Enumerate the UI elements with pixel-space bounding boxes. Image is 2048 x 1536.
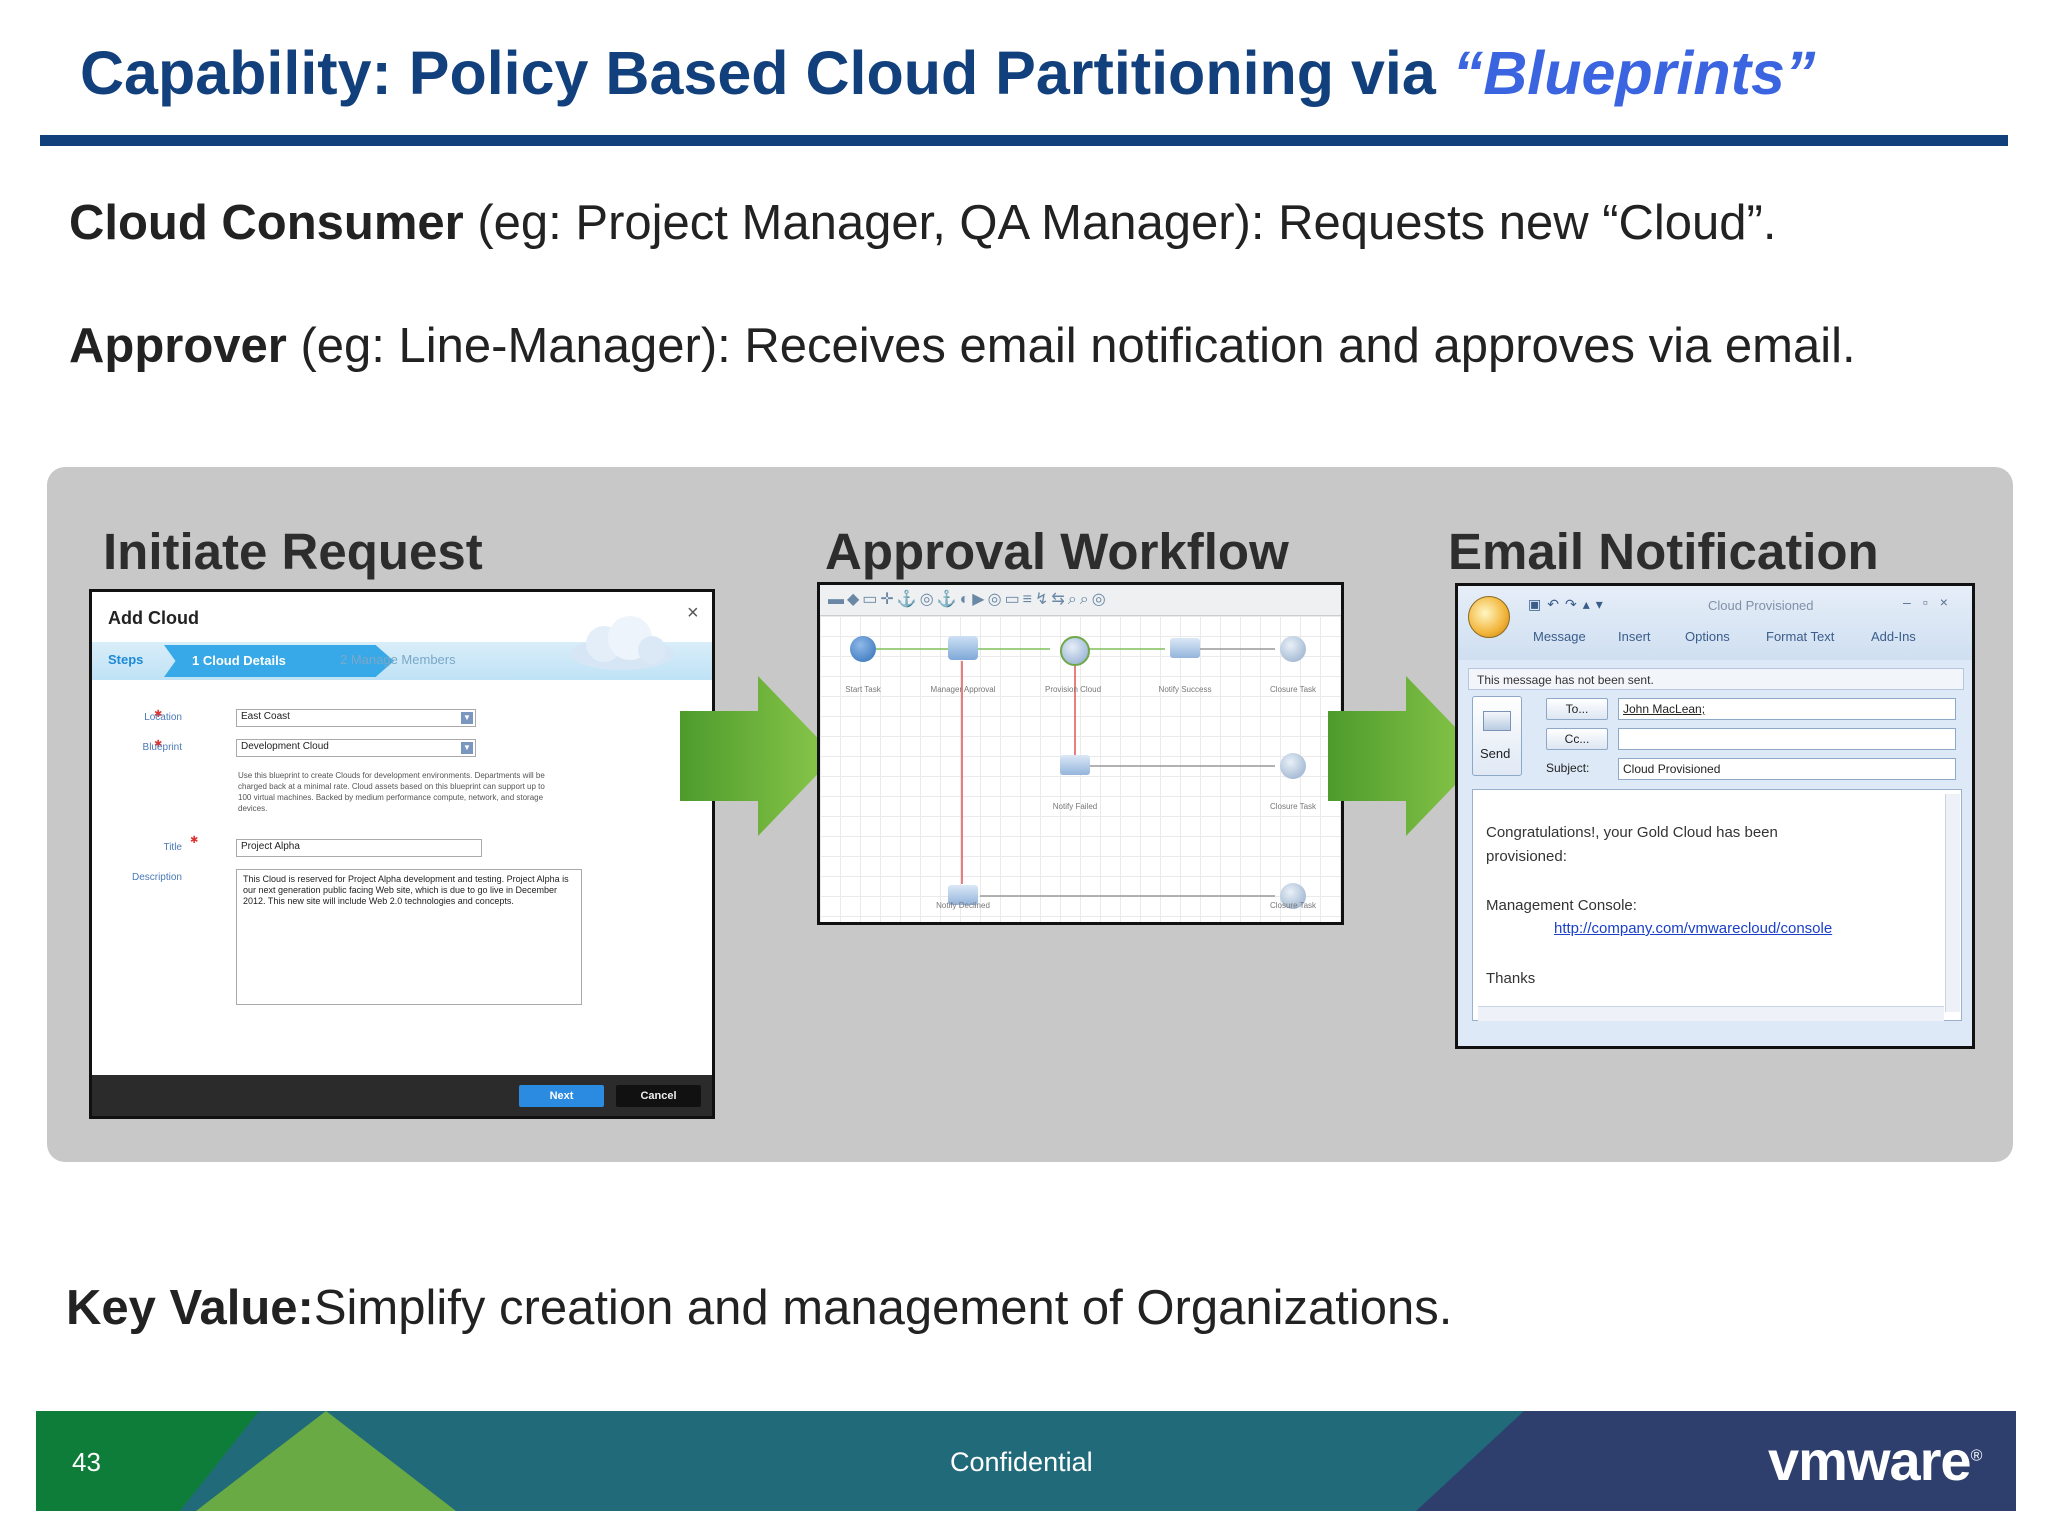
office-button-icon[interactable]: [1468, 596, 1510, 638]
tab-message[interactable]: Message: [1533, 629, 1586, 644]
vmware-logo: vmware®: [1768, 1428, 1983, 1493]
approver-label: Approver: [69, 319, 287, 373]
node-label: Notify Declined: [936, 901, 990, 910]
window-title: Cloud Provisioned: [1708, 598, 1814, 613]
to-button[interactable]: To...: [1546, 698, 1608, 720]
approval-node-icon[interactable]: [948, 636, 978, 660]
title-label: Title: [163, 842, 182, 853]
node-label: Provision Cloud: [1044, 685, 1102, 694]
approval-workflow-screenshot: ▬◆▭✛⚓◎⚓◐▶◎▭≡↯⇆⌕⌕◎ Start Task Manager App…: [817, 582, 1344, 925]
chevron-down-icon: ▼: [461, 712, 473, 724]
node-label: Closure Task: [1269, 901, 1317, 910]
cancel-button[interactable]: Cancel: [616, 1085, 701, 1107]
body-text: provisioned:: [1486, 848, 1567, 865]
subject-field[interactable]: Cloud Provisioned: [1618, 758, 1956, 780]
window-controls-icon[interactable]: –▫×: [1903, 594, 1960, 610]
location-select[interactable]: East Coast ▼: [236, 709, 476, 727]
console-link[interactable]: http://company.com/vmwarecloud/console: [1554, 920, 1832, 937]
approval-workflow-title: Approval Workflow: [825, 523, 1289, 580]
blueprint-help-text: Use this blueprint to create Clouds for …: [238, 771, 545, 813]
tab-add-ins[interactable]: Add-Ins: [1871, 629, 1916, 644]
consumer-line: Cloud Consumer (eg: Project Manager, QA …: [69, 195, 1776, 251]
logo-text: vmware: [1768, 1429, 1972, 1492]
key-value-line: Key Value:Simplify creation and manageme…: [66, 1280, 1452, 1336]
email-window: ▣↶↷▴▾ Cloud Provisioned –▫× Message Inse…: [1455, 583, 1975, 1049]
title-main-text: Capability: Policy Based Cloud Partition…: [80, 39, 1453, 107]
provision-node-icon[interactable]: [1060, 636, 1090, 666]
mail-icon[interactable]: [1060, 755, 1090, 775]
description-label: Description: [131, 872, 182, 883]
next-button[interactable]: Next: [519, 1085, 604, 1107]
step-manage-members[interactable]: 2 Manage Members: [340, 652, 456, 667]
add-cloud-dialog: Add Cloud × Steps 1 Cloud Details 2 Mana…: [89, 589, 715, 1119]
registered-mark: ®: [1970, 1447, 1983, 1465]
blueprint-value: Development Cloud: [241, 741, 329, 752]
body-text: Congratulations!, your Gold Cloud has be…: [1486, 824, 1778, 841]
subject-label: Subject:: [1546, 761, 1590, 775]
body-text: Thanks: [1486, 970, 1536, 987]
blueprint-select[interactable]: Development Cloud ▼: [236, 739, 476, 757]
slide-title: Capability: Policy Based Cloud Partition…: [80, 38, 1815, 108]
page-number: 43: [72, 1447, 101, 1477]
to-field[interactable]: John MacLean;: [1618, 698, 1956, 720]
node-label: Notify Success: [1158, 685, 1212, 694]
approver-line: Approver (eg: Line-Manager): Receives em…: [69, 318, 1856, 374]
node-label: Closure Task: [1269, 802, 1317, 811]
description-field[interactable]: This Cloud is reserved for Project Alpha…: [236, 869, 582, 1005]
location-label: Location: [144, 712, 182, 723]
title-highlight-text: “Blueprints”: [1452, 39, 1816, 107]
node-label: Start Task: [845, 685, 881, 694]
horizontal-scrollbar[interactable]: [1478, 1006, 1944, 1021]
node-label: Notify Failed: [1052, 802, 1098, 811]
approver-text: (eg: Line-Manager): Receives email notif…: [286, 319, 1856, 373]
vertical-scrollbar[interactable]: [1945, 794, 1960, 1012]
consumer-text: (eg: Project Manager, QA Manager): Reque…: [463, 196, 1777, 250]
close-icon[interactable]: ×: [687, 602, 699, 625]
consumer-label: Cloud Consumer: [69, 196, 464, 250]
end-node-icon[interactable]: [1280, 753, 1306, 779]
tab-format-text[interactable]: Format Text: [1766, 629, 1834, 644]
key-value-text: Simplify creation and management of Orga…: [313, 1281, 1453, 1335]
toolbar-icons: ▬◆▭✛⚓◎⚓◐▶◎▭≡↯⇆⌕⌕◎: [828, 591, 1109, 608]
chevron-down-icon: ▼: [461, 742, 473, 754]
arrow-right-icon: [680, 676, 835, 836]
title-underline: [40, 135, 2008, 146]
end-node-icon[interactable]: [1280, 636, 1306, 662]
required-icon: ✱: [190, 835, 199, 846]
start-node-icon[interactable]: [850, 636, 876, 662]
blueprint-label: Blueprint: [142, 742, 182, 753]
mail-icon[interactable]: [1170, 638, 1200, 658]
step1-label: 1 Cloud Details: [192, 653, 286, 668]
tab-options[interactable]: Options: [1685, 629, 1730, 644]
title-field[interactable]: Project Alpha: [236, 839, 482, 857]
confidential-label: Confidential: [950, 1447, 1093, 1477]
key-value-label: Key Value:: [66, 1281, 314, 1335]
dialog-title: Add Cloud: [108, 608, 199, 628]
tab-insert[interactable]: Insert: [1618, 629, 1651, 644]
initiate-request-title: Initiate Request: [103, 523, 483, 580]
cc-button[interactable]: Cc...: [1546, 728, 1608, 750]
quick-access-icons[interactable]: ▣↶↷▴▾: [1528, 596, 1609, 613]
body-text: Management Console:: [1486, 897, 1637, 914]
cc-field[interactable]: [1618, 728, 1956, 750]
location-value: East Coast: [241, 711, 290, 722]
envelope-icon: [1483, 711, 1511, 731]
cloud-icon: [570, 616, 674, 670]
email-notification-title: Email Notification: [1448, 523, 1879, 580]
node-label: Manager Approval: [930, 685, 996, 694]
node-label: Closure Task: [1269, 685, 1317, 694]
info-bar: This message has not been sent.: [1468, 668, 1964, 690]
send-button[interactable]: [1472, 696, 1522, 776]
steps-label: Steps: [108, 652, 144, 667]
send-label: Send: [1480, 746, 1511, 761]
